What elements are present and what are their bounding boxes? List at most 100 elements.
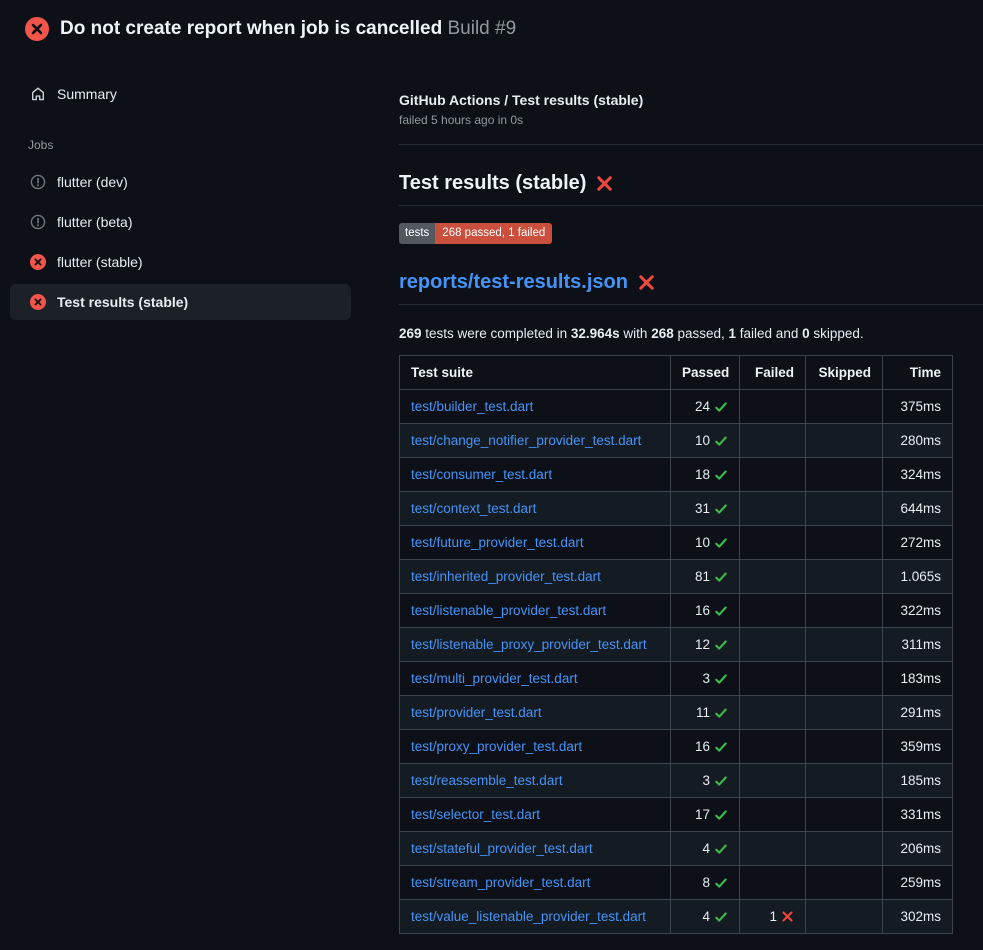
time-cell: 302ms [883,900,953,934]
failed-cell [740,492,806,526]
failed-icon [30,294,46,310]
x-icon [781,910,794,923]
sidebar-item-label: flutter (beta) [57,214,132,230]
table-row: test/listenable_provider_test.dart16322m… [400,594,953,628]
results-table-body: test/builder_test.dart24375mstest/change… [400,390,953,934]
col-header-failed: Failed [740,356,806,390]
badge-label: tests [399,223,435,244]
table-row: test/proxy_provider_test.dart16359ms [400,730,953,764]
skipped-cell [806,696,883,730]
time-cell: 291ms [883,696,953,730]
table-row: test/reassemble_test.dart3185ms [400,764,953,798]
table-row: test/inherited_provider_test.dart811.065… [400,560,953,594]
test-suite-link[interactable]: test/provider_test.dart [411,705,542,720]
sidebar-item-flutter-stable[interactable]: flutter (stable) [10,242,351,282]
col-header-skipped: Skipped [806,356,883,390]
page: Do not create report when job is cancell… [0,0,983,934]
test-suite-link[interactable]: test/multi_provider_test.dart [411,671,578,686]
test-suite-link[interactable]: test/selector_test.dart [411,807,540,822]
table-row: test/future_provider_test.dart10272ms [400,526,953,560]
passed-cell: 16 [671,594,740,628]
passed-cell: 11 [671,696,740,730]
summary-skipped: 0 [802,326,810,341]
check-icon [714,502,728,516]
test-suite-link[interactable]: test/listenable_proxy_provider_test.dart [411,637,647,652]
test-suite-cell: test/change_notifier_provider_test.dart [400,424,671,458]
skipped-cell [806,730,883,764]
summary-duration: 32.964s [571,326,620,341]
table-row: test/multi_provider_test.dart3183ms [400,662,953,696]
skipped-cell [806,866,883,900]
time-cell: 324ms [883,458,953,492]
failed-cell [740,526,806,560]
table-row: test/provider_test.dart 11 291ms [400,696,953,730]
test-suite-link[interactable]: test/future_provider_test.dart [411,535,584,550]
time-cell: 185ms [883,764,953,798]
test-suite-cell: test/stateful_provider_test.dart [400,832,671,866]
passed-cell: 12 [671,628,740,662]
test-suite-link[interactable]: test/reassemble_test.dart [411,773,563,788]
test-suite-link[interactable]: test/change_notifier_provider_test.dart [411,433,641,448]
section-title: Test results (stable) [399,172,586,195]
test-suite-cell: test/builder_test.dart [400,390,671,424]
summary-total: 269 [399,326,422,341]
failed-cell: 1 [740,900,806,934]
sidebar: Summary Jobs flutter (dev) [0,56,399,322]
test-suite-cell: test/multi_provider_test.dart [400,662,671,696]
failed-cell [740,866,806,900]
test-suite-link[interactable]: test/listenable_provider_test.dart [411,603,606,618]
sidebar-item-flutter-beta[interactable]: flutter (beta) [10,202,351,242]
table-row: test/listenable_proxy_provider_test.dart… [400,628,953,662]
passed-cell: 24 [671,390,740,424]
failed-x-icon [638,274,655,291]
test-suite-cell: test/selector_test.dart [400,798,671,832]
col-header-test-suite: Test suite [400,356,671,390]
failed-cell [740,662,806,696]
test-suite-link[interactable]: test/builder_test.dart [411,399,533,414]
table-row: test/change_notifier_provider_test.dart 1… [400,424,953,458]
table-row: test/value_listenable_provider_test.dart… [400,900,953,934]
sidebar-item-label: flutter (dev) [57,174,128,190]
test-suite-link[interactable]: test/inherited_provider_test.dart [411,569,601,584]
divider [399,144,983,145]
test-suite-link[interactable]: test/stateful_provider_test.dart [411,841,593,856]
sidebar-item-flutter-dev[interactable]: flutter (dev) [10,162,351,202]
summary-passed: 268 [651,326,674,341]
test-suite-link[interactable]: test/consumer_test.dart [411,467,552,482]
check-icon [714,706,728,720]
skipped-cell [806,526,883,560]
skipped-cell [806,560,883,594]
passed-cell: 17 [671,798,740,832]
table-row: test/builder_test.dart24375ms [400,390,953,424]
run-meta: failed 5 hours ago in 0s [399,113,983,127]
passed-cell: 10 [671,424,740,458]
report-heading: reports/test-results.json [399,271,983,305]
passed-cell: 8 [671,866,740,900]
test-suite-cell: test/context_test.dart [400,492,671,526]
skipped-cell [806,900,883,934]
test-suite-link[interactable]: test/context_test.dart [411,501,536,516]
check-icon [714,400,728,414]
table-row: test/stream_provider_test.dart8259ms [400,866,953,900]
test-suite-link[interactable]: test/proxy_provider_test.dart [411,739,582,754]
test-suite-link[interactable]: test/value_listenable_provider_test.dart [411,909,646,924]
passed-cell: 4 [671,900,740,934]
failed-cell [740,764,806,798]
sidebar-item-summary[interactable]: Summary [10,80,351,108]
failed-cell [740,832,806,866]
failed-cell [740,594,806,628]
report-file-link[interactable]: reports/test-results.json [399,271,628,294]
skipped-cell [806,594,883,628]
time-cell: 206ms [883,832,953,866]
passed-cell: 31 [671,492,740,526]
table-header-row: Test suite Passed Failed Skipped Time [400,356,953,390]
time-cell: 272ms [883,526,953,560]
sidebar-item-test-results-stable[interactable]: Test results (stable) [10,284,351,320]
time-cell: 183ms [883,662,953,696]
check-icon [714,468,728,482]
skipped-cell [806,798,883,832]
test-suite-link[interactable]: test/stream_provider_test.dart [411,875,590,890]
check-icon [714,604,728,618]
test-suite-cell: test/inherited_provider_test.dart [400,560,671,594]
cancelled-icon [30,214,46,230]
